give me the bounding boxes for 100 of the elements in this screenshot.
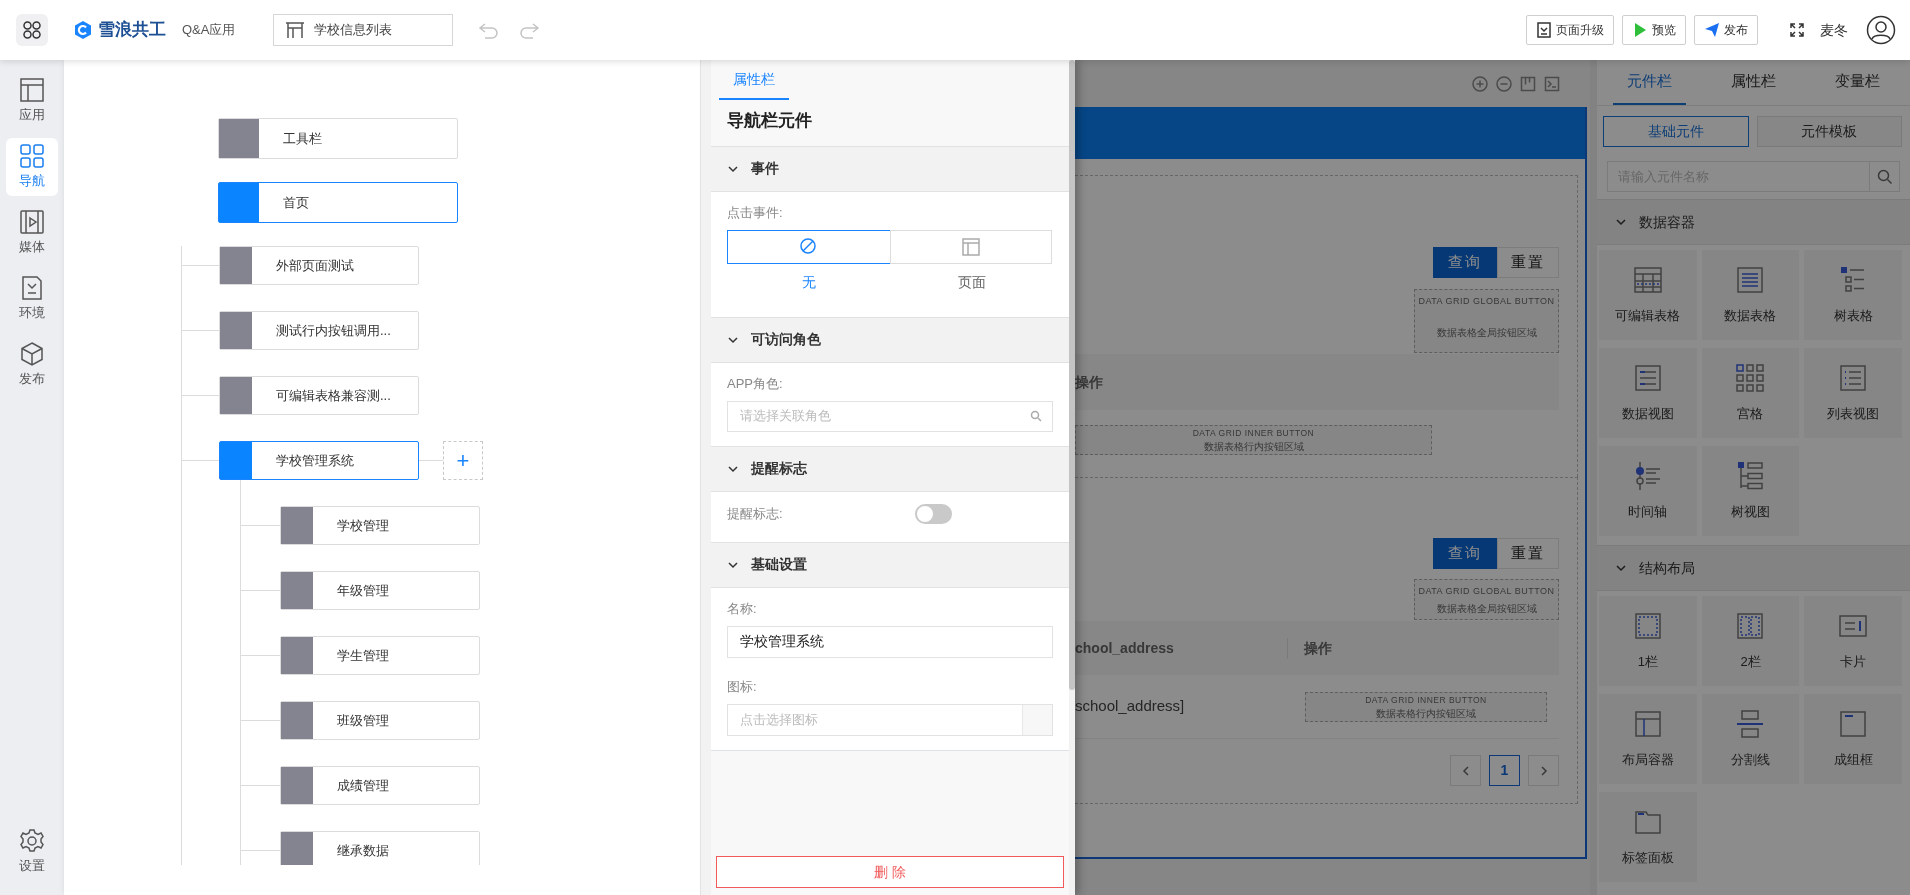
component-tile[interactable]: 1栏 (1599, 596, 1697, 686)
tree-node[interactable]: 可编辑表格兼容测... (219, 376, 419, 415)
page-selector[interactable]: 学校信息列表 (273, 14, 454, 46)
avatar-icon (1866, 15, 1896, 45)
component-tile[interactable]: 树视图 (1701, 446, 1800, 536)
settings-icon (19, 828, 45, 855)
nav-item[interactable]: 导航 (6, 138, 58, 196)
tree-node[interactable]: 工具栏 (218, 118, 458, 159)
option-label: 页面 (956, 272, 987, 292)
chevron-down-icon (1615, 562, 1627, 574)
component-tile[interactable]: 2栏 (1701, 596, 1800, 686)
panel-tab[interactable]: 属性栏 (1717, 60, 1790, 105)
component-tile[interactable]: 分割线 (1701, 694, 1800, 784)
tree-node[interactable]: 学生管理 (280, 636, 480, 675)
settings-button[interactable]: 设置 (6, 823, 58, 881)
nav-item[interactable]: 媒体 (6, 204, 58, 262)
grid-layout-icon (1520, 75, 1536, 92)
component-tile[interactable]: 树表格 (1804, 250, 1902, 340)
search-icon (1030, 410, 1042, 422)
upgrade-button[interactable]: 页面升级 (1526, 15, 1614, 45)
tree-node[interactable]: 测试行内按钮调用... (219, 311, 419, 350)
resize-handle[interactable] (700, 60, 711, 895)
column-header: chool_address (1075, 637, 1288, 659)
event-option[interactable] (727, 229, 891, 264)
sub-tab[interactable]: 元件模板 (1756, 116, 1902, 147)
tree-node[interactable]: 继承数据 (280, 831, 480, 865)
component-tile[interactable]: 卡片 (1804, 596, 1902, 686)
document-icon (19, 275, 45, 302)
logo-icon (72, 19, 94, 41)
delete-button[interactable]: 删 除 (716, 856, 1064, 888)
field-label: 点击事件: (727, 203, 784, 222)
query-button[interactable]: 查询 (1433, 247, 1497, 278)
grid-icon (19, 143, 45, 170)
area-caption: DATA GRID INNER BUTTON (1191, 426, 1316, 440)
component-tile[interactable]: 列表视图 (1804, 348, 1902, 438)
icon-picker-field[interactable]: 点击选择图标 (727, 703, 1022, 736)
area-caption: 数据表格全局按钮区域 (1435, 327, 1538, 339)
fullscreen-icon (1790, 23, 1804, 37)
nav-item[interactable]: 发布 (6, 336, 58, 394)
section-header[interactable]: 事件 (711, 145, 1069, 192)
component-tile[interactable]: 数据表格 (1701, 250, 1800, 340)
reset-button[interactable]: 重置 (1497, 538, 1559, 569)
tree-node[interactable]: 成绩管理 (280, 766, 480, 805)
terminal-icon (1544, 75, 1560, 92)
nav-item[interactable]: 应用 (6, 72, 58, 130)
publish-button[interactable]: 发布 (1694, 15, 1758, 45)
add-button[interactable]: + (443, 441, 483, 480)
component-tile[interactable]: 宫格 (1701, 348, 1800, 438)
zoom-out-icon (1496, 75, 1512, 92)
section-header[interactable]: 基础设置 (711, 541, 1069, 588)
panel-tab[interactable]: 属性栏 (719, 60, 789, 100)
icon-preview-button[interactable] (1022, 703, 1053, 736)
chevron-down-icon (1615, 216, 1627, 228)
group-header[interactable]: 结构布局 (1597, 545, 1910, 591)
component-tile[interactable]: 布局容器 (1599, 694, 1697, 784)
tree-node[interactable]: 学校管理系统 (219, 441, 419, 480)
preview-button[interactable]: 预览 (1622, 15, 1686, 45)
tree-node[interactable]: 外部页面测试 (219, 246, 419, 285)
column-header: 操作 (1303, 638, 1332, 658)
panel-title: 导航栏元件 (726, 110, 813, 132)
page-button[interactable]: 1 (1489, 755, 1520, 786)
toggle-switch[interactable] (915, 503, 952, 524)
brand-name: 雪浪共工 (98, 19, 166, 42)
section-header[interactable]: 提醒标志 (711, 445, 1069, 492)
film-icon (19, 209, 45, 236)
query-button[interactable]: 查询 (1433, 538, 1497, 569)
nav-item[interactable]: 环境 (6, 270, 58, 328)
document-icon (1536, 22, 1552, 38)
group-header[interactable]: 数据容器 (1597, 199, 1910, 245)
area-caption: DATA GRID INNER BUTTON (1364, 693, 1488, 707)
prev-page-button[interactable] (1450, 755, 1481, 786)
area-caption: DATA GRID GLOBAL BUTTON (1417, 585, 1556, 597)
field-label: 提醒标志: (727, 504, 784, 523)
component-tile[interactable]: 可编辑表格 (1599, 250, 1697, 340)
tree-node[interactable]: 首页 (218, 182, 458, 223)
area-caption: DATA GRID GLOBAL BUTTON (1417, 295, 1556, 307)
cube-icon (19, 341, 45, 368)
option-label: 无 (800, 272, 817, 292)
component-tile[interactable]: 标签面板 (1599, 792, 1697, 882)
component-tile[interactable]: 成组框 (1804, 694, 1902, 784)
tree-node[interactable]: 学校管理 (280, 506, 480, 545)
section-header[interactable]: 可访问角色 (711, 316, 1069, 363)
paper-plane-icon (1704, 22, 1720, 38)
column-header: 操作 (1075, 372, 1103, 392)
grid-icon (1734, 362, 1767, 395)
tree-node[interactable]: 班级管理 (280, 701, 480, 740)
name-input[interactable]: 学校管理系统 (727, 625, 1053, 658)
next-page-button[interactable] (1528, 755, 1559, 786)
play-icon (1632, 22, 1648, 38)
grid-icon (22, 20, 42, 40)
component-tile[interactable]: 数据视图 (1599, 348, 1697, 438)
panel-tab[interactable]: 变量栏 (1821, 60, 1895, 105)
reset-button[interactable]: 重置 (1497, 247, 1559, 278)
apps-button[interactable] (16, 14, 48, 46)
tree-node[interactable]: 年级管理 (280, 571, 480, 610)
sub-tab[interactable]: 基础元件 (1603, 116, 1749, 147)
search-button[interactable] (1869, 161, 1900, 192)
component-tile[interactable]: 时间轴 (1599, 446, 1697, 536)
panel-tab[interactable]: 元件栏 (1612, 60, 1686, 105)
layout-icon (19, 77, 45, 104)
